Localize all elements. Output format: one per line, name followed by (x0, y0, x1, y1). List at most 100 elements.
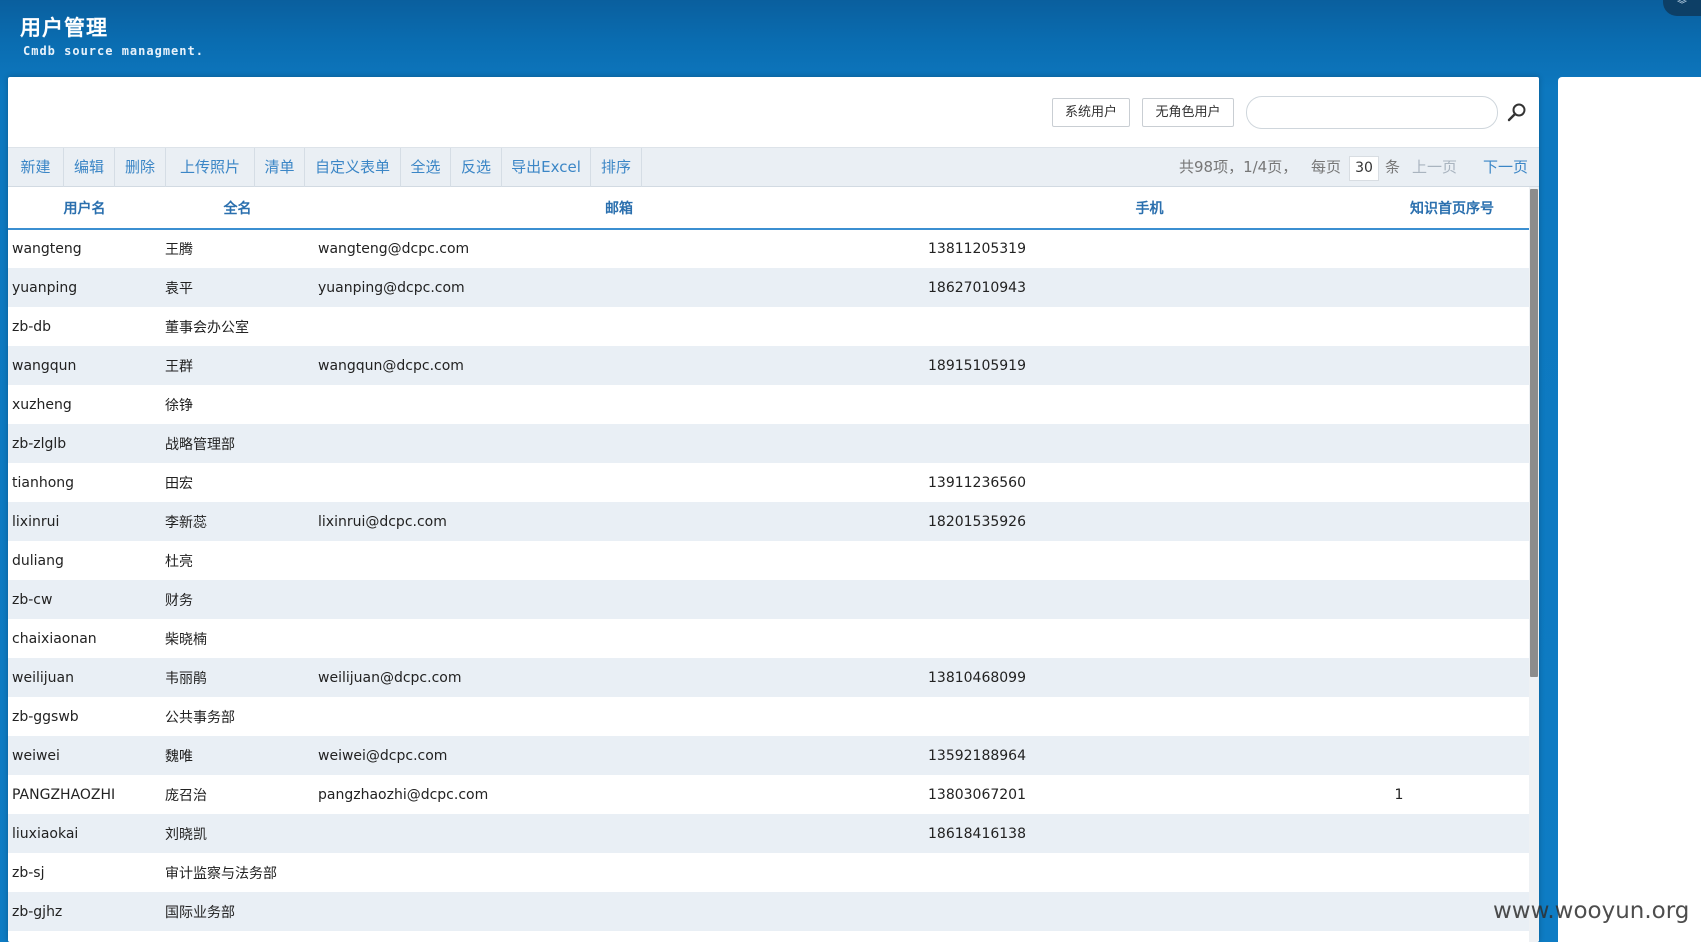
cell-fullname: 财务 (161, 580, 314, 619)
pager-unit: 条 (1385, 158, 1401, 176)
cell-fullname: 公共事务部 (165, 709, 235, 726)
cell-knowledge-index (1375, 619, 1529, 658)
cell-fullname: 董事会办公室 (165, 319, 249, 336)
cell-phone (924, 385, 1375, 424)
cell-phone: 13810468099 (924, 658, 1375, 697)
table-row[interactable]: tianhong 田宏 13911236560 (8, 463, 1529, 502)
new-button[interactable]: 新建 (8, 148, 64, 187)
cell-fullname: 审计监察与法务部 (165, 865, 277, 882)
cell-knowledge-index (1375, 580, 1529, 619)
upload-photo-button[interactable]: 上传照片 (166, 148, 255, 187)
search-input[interactable] (1246, 96, 1498, 129)
no-role-users-button[interactable]: 无角色用户 (1142, 98, 1234, 127)
sort-button[interactable]: 排序 (591, 148, 642, 187)
cell-phone (924, 892, 1375, 931)
cell-phone: 18627010943 (924, 268, 1375, 307)
cell-phone (924, 853, 1375, 892)
table-row[interactable]: wangteng 王腾 wangteng@dcpc.com 13811205319 (8, 229, 1529, 268)
table-row[interactable]: chaixiaonan 柴晓楠 (8, 619, 1529, 658)
cell-username: zb-ggswb (12, 708, 79, 725)
table-row[interactable]: PANGZHAOZHI 庞召治 pangzhaozhi@dcpc.com 138030… (8, 775, 1529, 814)
cell-fullname: 杜亮 (165, 553, 193, 570)
table-row[interactable]: zb-db 董事会办公室 (8, 307, 1529, 346)
table-row[interactable]: xuzheng 徐铮 (8, 385, 1529, 424)
cell-email (314, 853, 924, 892)
cell-knowledge-index (1375, 424, 1529, 463)
next-page-link[interactable]: 下一页 (1483, 148, 1528, 187)
cell-phone: 18618416138 (924, 814, 1375, 853)
delete-button[interactable]: 删除 (115, 148, 166, 187)
table-scrollbar[interactable] (1529, 187, 1539, 942)
column-header-email[interactable]: 邮箱 (314, 187, 924, 230)
cell-knowledge-index: 1 (1394, 786, 1404, 803)
cell-fullname: 柴晓楠 (165, 631, 207, 648)
custom-form-button[interactable]: 自定义表单 (305, 148, 401, 187)
table-row[interactable]: zb-zlglb 战略管理部 (8, 424, 1529, 463)
column-header-knowledge-index[interactable]: 知识首页序号 (1375, 187, 1529, 230)
column-header-username[interactable]: 用户名 (8, 187, 161, 230)
action-toolbar: 新建 编辑 删除 上传照片 清单 自定义表单 全选 反选 导出Excel 排序 … (8, 147, 1539, 187)
cell-fullname: 刘晓凯 (161, 814, 314, 853)
table-row[interactable]: zb-ggswb 公共事务部 (8, 697, 1529, 736)
cell-knowledge-index (1375, 463, 1529, 502)
column-header-phone[interactable]: 手机 (924, 187, 1375, 230)
cell-knowledge-index (1375, 658, 1529, 697)
cell-fullname: 徐铮 (165, 397, 193, 414)
table-row[interactable]: zb-gjhz 国际业务部 (8, 892, 1529, 931)
system-users-button[interactable]: 系统用户 (1052, 98, 1130, 127)
table-row[interactable]: lixinrui 李新蕊 lixinrui@dcpc.com 18201535926 (8, 502, 1529, 541)
cell-knowledge-index (1375, 268, 1529, 307)
export-excel-button[interactable]: 导出Excel (502, 148, 591, 187)
cell-fullname: 田宏 (165, 475, 193, 492)
cell-knowledge-index (1375, 346, 1529, 385)
cell-fullname: 庞召治 (165, 787, 207, 804)
pager-per-page-label: 每页 (1311, 158, 1342, 176)
side-panel (1558, 77, 1701, 942)
cell-username: lixinrui (8, 502, 161, 541)
cell-knowledge-index (1375, 502, 1529, 541)
cell-email (314, 424, 924, 463)
select-all-button[interactable]: 全选 (401, 148, 451, 187)
table-row[interactable]: zb-sj 审计监察与法务部 (8, 853, 1529, 892)
cell-email (314, 541, 924, 580)
table-row[interactable]: wangqun 王群 wangqun@dcpc.com 18915105919 (8, 346, 1529, 385)
edit-button[interactable]: 编辑 (64, 148, 115, 187)
search-icon[interactable] (1506, 101, 1528, 123)
cell-fullname: 王腾 (165, 242, 193, 258)
cell-fullname: 李新蕊 (161, 502, 314, 541)
cell-username: zb-sj (12, 864, 45, 881)
cell-username: yuanping (8, 268, 161, 307)
cell-phone: 18915105919 (924, 346, 1375, 385)
scrollbar-thumb[interactable] (1530, 189, 1538, 677)
per-page-input[interactable]: 30 (1349, 156, 1379, 181)
chevron-down-double-icon: ︾ (1677, 0, 1687, 11)
column-header-fullname[interactable]: 全名 (161, 187, 314, 230)
cell-phone: 13803067201 (928, 786, 1026, 803)
invert-selection-button[interactable]: 反选 (451, 148, 502, 187)
cell-username: xuzheng (12, 396, 72, 413)
cell-phone (924, 307, 1375, 346)
cell-knowledge-index (1375, 385, 1529, 424)
table-row[interactable]: zb-cw 财务 (8, 580, 1529, 619)
cell-email: weilijuan@dcpc.com (314, 658, 924, 697)
table-row[interactable]: weiwei 魏唯 weiwei@dcpc.com 13592188964 (8, 736, 1529, 775)
cell-username: weilijuan (8, 658, 161, 697)
table-row[interactable]: yuanping 袁平 yuanping@dcpc.com 18627010943 (8, 268, 1529, 307)
cell-username: tianhong (12, 474, 75, 491)
cell-phone (924, 619, 1375, 658)
collapse-toggle[interactable]: ︾ (1663, 0, 1701, 16)
cell-fullname: 战略管理部 (161, 424, 314, 463)
cell-phone: 13911236560 (928, 474, 1026, 491)
cell-email (314, 580, 924, 619)
cell-email: wangqun@dcpc.com (314, 346, 924, 385)
table-row[interactable]: liuxiaokai 刘晓凯 18618416138 (8, 814, 1529, 853)
cell-fullname: 袁平 (161, 268, 314, 307)
prev-page-link[interactable]: 上一页 (1412, 148, 1457, 187)
pager-summary: 共98项，1/4页， (1179, 158, 1298, 176)
cell-fullname: 韦丽鹃 (161, 658, 314, 697)
table-row[interactable]: duliang 杜亮 (8, 541, 1529, 580)
clear-button[interactable]: 清单 (255, 148, 305, 187)
table-row[interactable]: weilijuan 韦丽鹃 weilijuan@dcpc.com 1381046809… (8, 658, 1529, 697)
cell-username: wangqun (8, 346, 161, 385)
cell-phone (924, 580, 1375, 619)
